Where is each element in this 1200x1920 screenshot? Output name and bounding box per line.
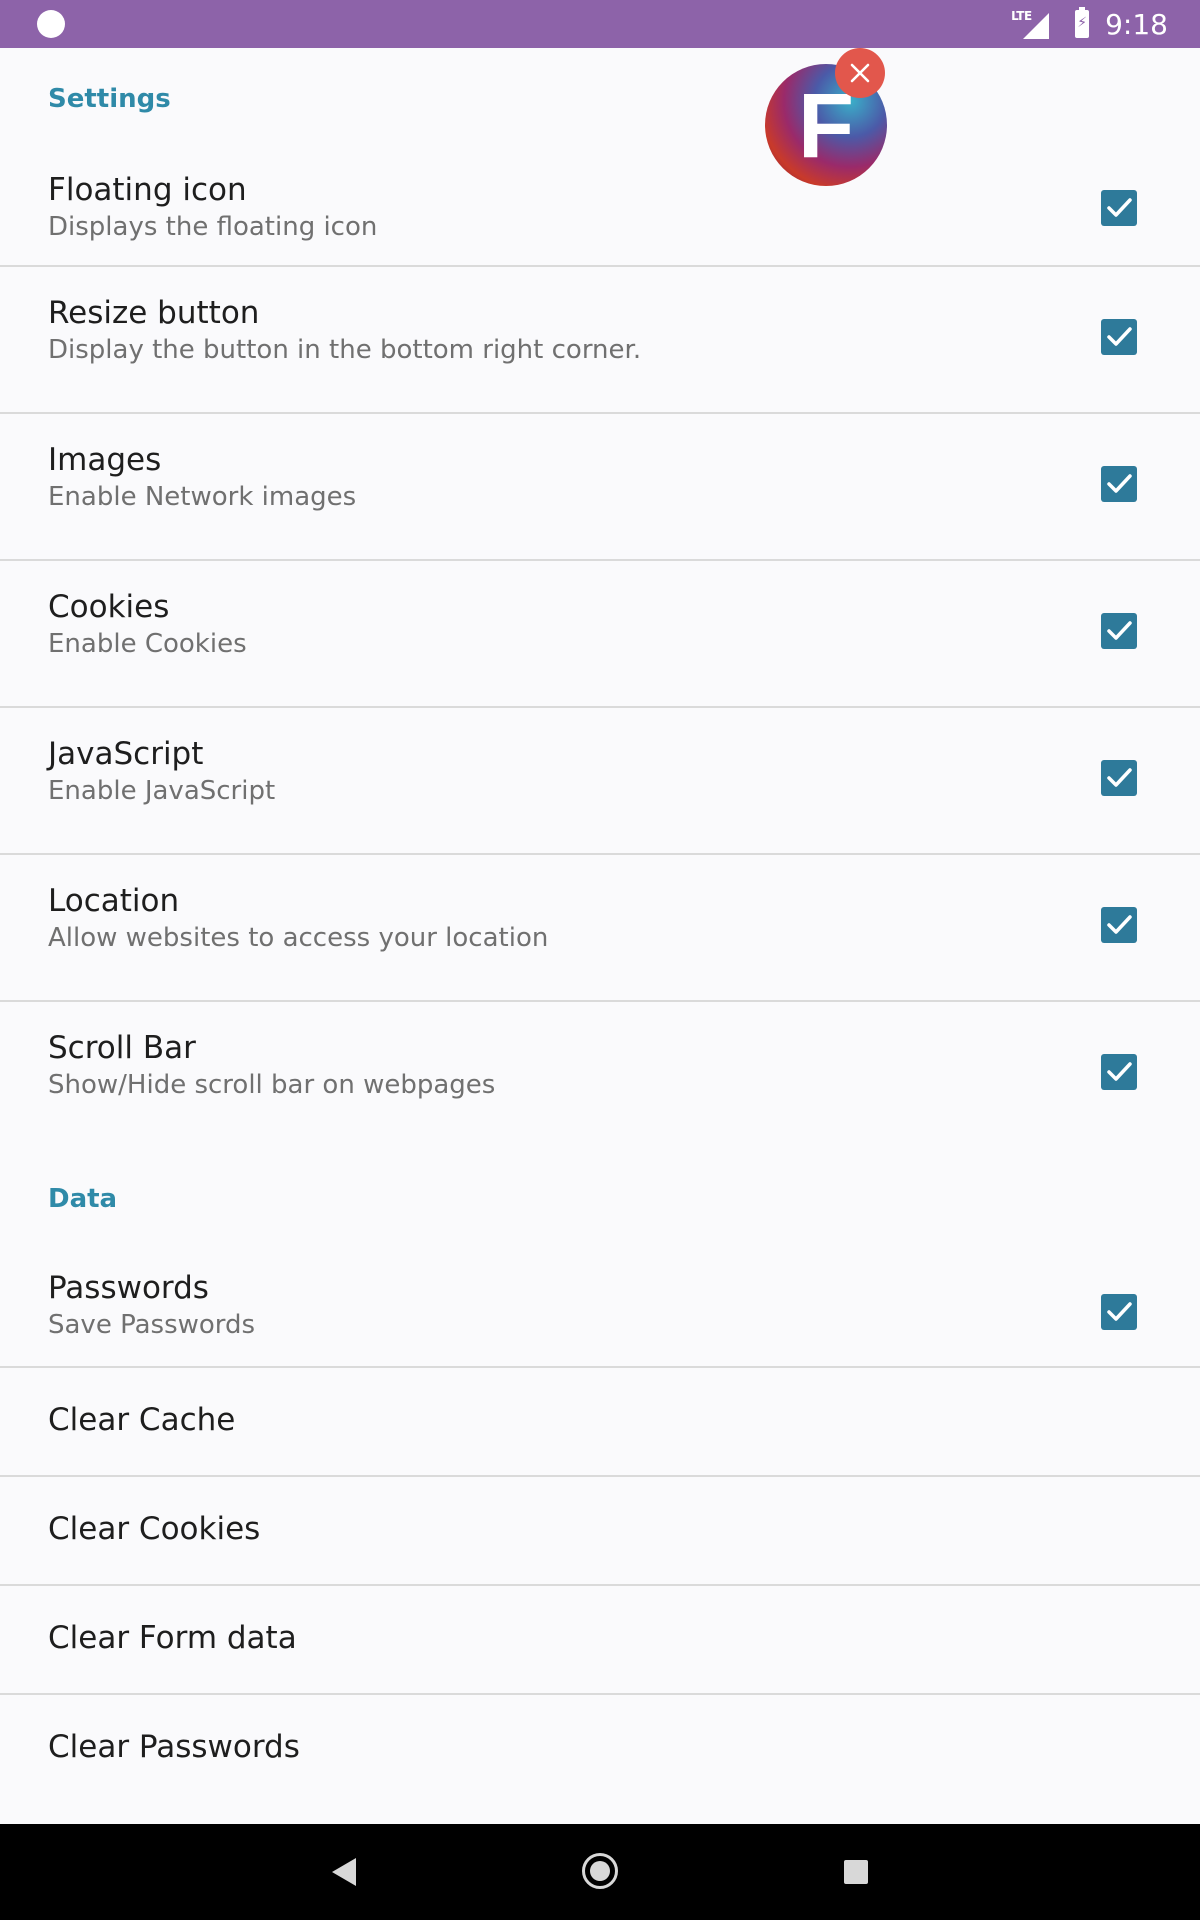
clear-cache-item[interactable]: Clear Cache xyxy=(0,1368,1200,1475)
cookies-checkbox[interactable] xyxy=(1101,613,1137,649)
pref-summary: Enable JavaScript xyxy=(48,776,276,806)
recents-icon[interactable] xyxy=(844,1860,868,1884)
pref-title: Scroll Bar xyxy=(48,1030,196,1066)
pref-title: Location xyxy=(48,883,180,919)
pref-title: Passwords xyxy=(48,1270,209,1306)
section-header-settings: Settings xyxy=(48,84,171,114)
pref-summary: Show/Hide scroll bar on webpages xyxy=(48,1070,496,1100)
close-icon[interactable] xyxy=(835,48,885,98)
action-title: Clear Cookies xyxy=(48,1511,261,1547)
javascript-checkbox[interactable] xyxy=(1101,760,1137,796)
pref-javascript[interactable]: JavaScript Enable JavaScript xyxy=(0,708,1200,853)
floating-icon-checkbox[interactable] xyxy=(1101,190,1137,226)
status-bar: LTE 9:18 xyxy=(0,0,1200,48)
pref-images[interactable]: Images Enable Network images xyxy=(0,414,1200,559)
pref-summary: Save Passwords xyxy=(48,1310,256,1340)
battery-charging-icon xyxy=(1075,7,1090,38)
pref-title: Resize button xyxy=(48,295,260,331)
pref-summary: Allow websites to access your location xyxy=(48,923,549,953)
pref-scroll-bar[interactable]: Scroll Bar Show/Hide scroll bar on webpa… xyxy=(0,1002,1200,1147)
lte-signal-icon: LTE xyxy=(1011,9,1050,39)
location-checkbox[interactable] xyxy=(1101,907,1137,943)
pref-location[interactable]: Location Allow websites to access your l… xyxy=(0,855,1200,1000)
home-icon[interactable] xyxy=(582,1853,618,1889)
pref-title: Floating icon xyxy=(48,172,247,208)
pref-title: Images xyxy=(48,442,162,478)
status-icons: LTE 9:18 xyxy=(1011,0,1168,48)
images-checkbox[interactable] xyxy=(1101,466,1137,502)
clear-form-data-item[interactable]: Clear Form data xyxy=(0,1586,1200,1693)
pref-title: JavaScript xyxy=(48,736,204,772)
clear-cookies-item[interactable]: Clear Cookies xyxy=(0,1477,1200,1584)
pref-summary: Displays the floating icon xyxy=(48,212,378,242)
notification-dot-icon xyxy=(37,10,65,38)
scroll-bar-checkbox[interactable] xyxy=(1101,1054,1137,1090)
action-title: Clear Cache xyxy=(48,1402,236,1438)
navigation-bar xyxy=(0,1824,1200,1920)
back-icon[interactable] xyxy=(332,1858,356,1886)
action-title: Clear Passwords xyxy=(48,1729,300,1765)
clear-passwords-item[interactable]: Clear Passwords xyxy=(0,1695,1200,1802)
settings-list[interactable]: Settings Floating icon Displays the floa… xyxy=(0,48,1200,1824)
pref-summary: Enable Cookies xyxy=(48,629,247,659)
action-title: Clear Form data xyxy=(48,1620,297,1656)
resize-button-checkbox[interactable] xyxy=(1101,319,1137,355)
section-header-data: Data xyxy=(48,1184,118,1214)
pref-cookies[interactable]: Cookies Enable Cookies xyxy=(0,561,1200,706)
pref-summary: Enable Network images xyxy=(48,482,357,512)
pref-summary: Display the button in the bottom right c… xyxy=(48,335,642,365)
status-time: 9:18 xyxy=(1105,7,1168,41)
passwords-checkbox[interactable] xyxy=(1101,1294,1137,1330)
pref-title: Cookies xyxy=(48,589,170,625)
pref-resize-button[interactable]: Resize button Display the button in the … xyxy=(0,267,1200,412)
